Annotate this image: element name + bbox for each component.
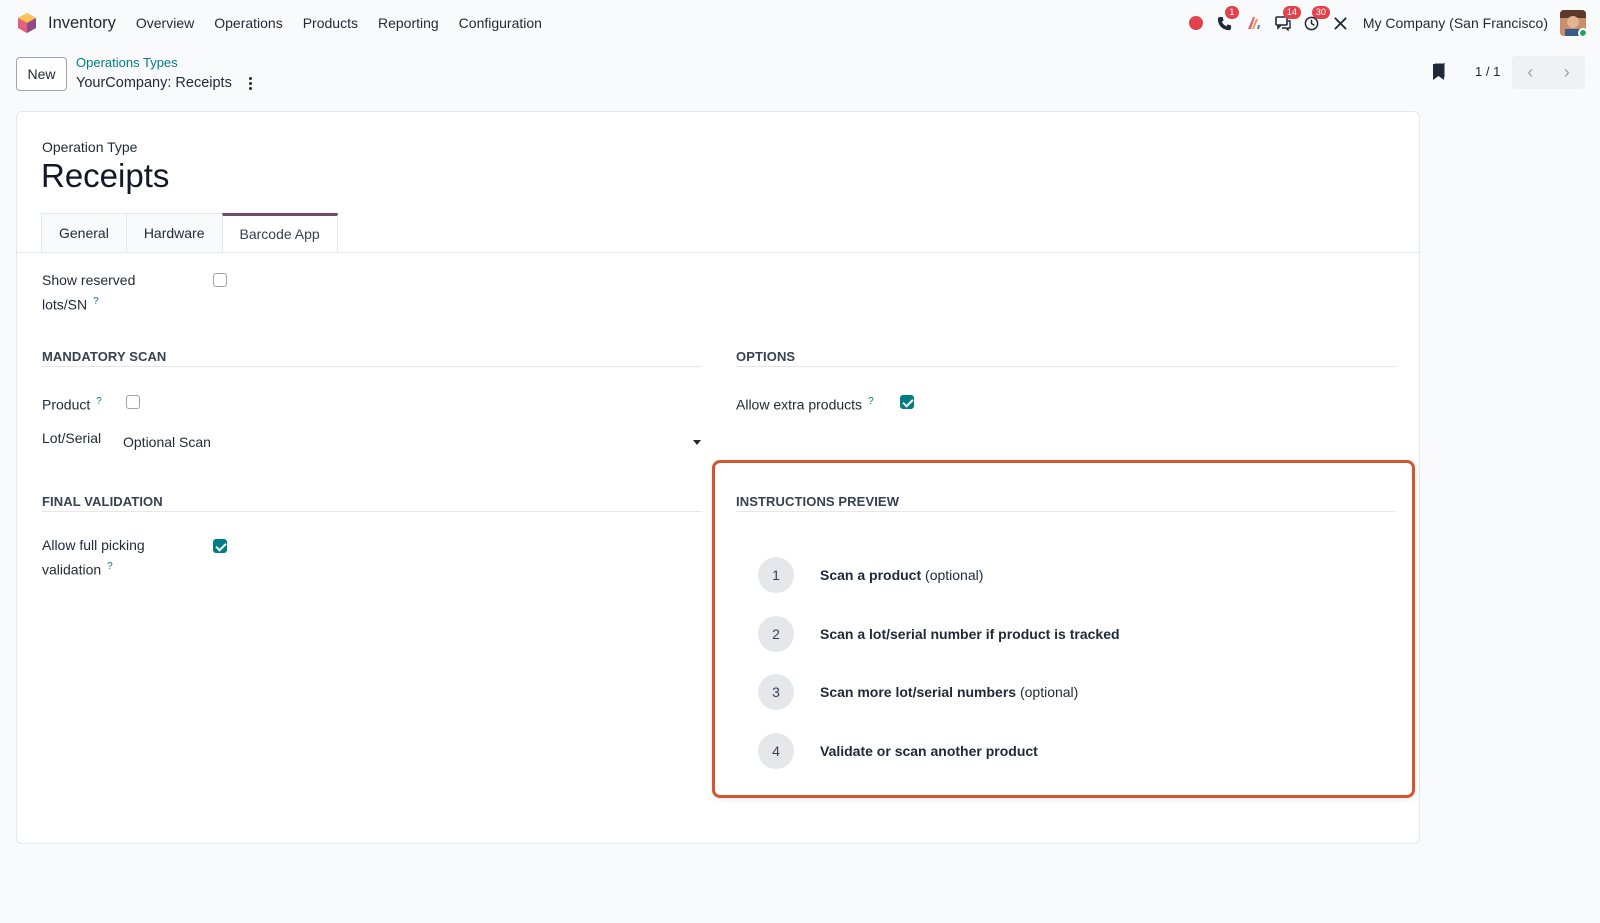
chat-icon[interactable]: 14 xyxy=(1273,6,1301,33)
menu-overview[interactable]: Overview xyxy=(136,15,194,31)
tabs-divider xyxy=(17,252,1419,253)
company-switcher[interactable]: My Company (San Francisco) xyxy=(1363,15,1548,31)
pager-buttons: ‹ › xyxy=(1512,56,1585,89)
step-text: Scan a lot/serial number if product is t… xyxy=(820,626,1120,642)
allow-full-validation-checkbox[interactable] xyxy=(213,539,227,553)
chevron-down-icon xyxy=(693,439,701,445)
record-icon[interactable] xyxy=(1186,13,1206,33)
step-text: Scan more lot/serial numbers (optional) xyxy=(820,684,1079,700)
instruction-step: 2 Scan a lot/serial number if product is… xyxy=(758,616,1120,652)
help-icon[interactable]: ? xyxy=(93,296,99,307)
chat-badge: 14 xyxy=(1282,6,1301,19)
menu-reporting[interactable]: Reporting xyxy=(378,15,439,31)
systray: 1 14 30 My Company (San Francisco) xyxy=(1177,0,1586,46)
phone-icon[interactable]: 1 xyxy=(1215,6,1239,33)
top-navbar: Inventory Overview Operations Products R… xyxy=(0,0,1600,46)
show-reserved-label: Show reserved lots/SN? xyxy=(42,272,136,313)
step-text: Scan a product (optional) xyxy=(820,567,984,583)
form-tabs: General Hardware Barcode App xyxy=(41,213,338,253)
product-scan-checkbox[interactable] xyxy=(126,395,140,409)
lot-serial-select[interactable]: Optional Scan xyxy=(123,431,704,453)
actions-menu-icon[interactable] xyxy=(244,74,256,92)
user-avatar[interactable] xyxy=(1560,10,1586,36)
options-separator xyxy=(736,366,1397,367)
help-icon[interactable]: ? xyxy=(868,396,874,407)
step-number-badge: 2 xyxy=(758,616,794,652)
menu-operations[interactable]: Operations xyxy=(214,15,282,31)
operation-type-name[interactable]: Receipts xyxy=(41,157,169,195)
operation-type-label: Operation Type xyxy=(42,139,138,155)
help-icon[interactable]: ? xyxy=(96,396,102,407)
activity-badge: 30 xyxy=(1311,6,1330,19)
pager-next-icon[interactable]: › xyxy=(1549,56,1586,89)
breadcrumb-operations-types[interactable]: Operations Types xyxy=(76,55,178,70)
lot-serial-label: Lot/Serial xyxy=(42,430,102,446)
instruction-step: 3 Scan more lot/serial numbers (optional… xyxy=(758,674,1078,710)
instructions-preview-title: INSTRUCTIONS PREVIEW xyxy=(736,494,900,509)
step-number-badge: 4 xyxy=(758,733,794,769)
options-title: OPTIONS xyxy=(736,349,796,364)
new-button[interactable]: New xyxy=(16,57,67,91)
tab-hardware[interactable]: Hardware xyxy=(125,213,223,252)
mandatory-scan-separator xyxy=(42,366,702,367)
instructions-preview-separator xyxy=(736,511,1395,512)
show-reserved-checkbox[interactable] xyxy=(213,273,227,287)
product-label: Product? xyxy=(42,396,102,413)
tab-barcode-app[interactable]: Barcode App xyxy=(221,213,338,253)
menu-products[interactable]: Products xyxy=(303,15,358,31)
pager-previous-icon[interactable]: ‹ xyxy=(1512,56,1549,89)
allow-extra-products-label: Allow extra products? xyxy=(736,396,874,413)
ai-icon[interactable] xyxy=(1244,13,1264,33)
app-name[interactable]: Inventory xyxy=(48,14,116,33)
help-icon[interactable]: ? xyxy=(107,561,113,572)
bookmark-icon[interactable] xyxy=(1432,63,1445,81)
tab-general[interactable]: General xyxy=(41,213,127,252)
online-status-dot xyxy=(1578,28,1586,36)
pager-value[interactable]: 1 / 1 xyxy=(1475,64,1500,79)
allow-extra-products-checkbox[interactable] xyxy=(900,395,914,409)
tools-icon[interactable] xyxy=(1331,13,1351,33)
final-validation-title: FINAL VALIDATION xyxy=(42,494,163,509)
instruction-step: 4 Validate or scan another product xyxy=(758,733,1038,769)
instruction-step: 1 Scan a product (optional) xyxy=(758,557,983,593)
step-number-badge: 3 xyxy=(758,674,794,710)
step-number-badge: 1 xyxy=(758,557,794,593)
step-text: Validate or scan another product xyxy=(820,743,1038,759)
mandatory-scan-title: MANDATORY SCAN xyxy=(42,349,167,364)
inventory-app-icon[interactable] xyxy=(16,12,38,34)
menu-configuration[interactable]: Configuration xyxy=(459,15,542,31)
phone-badge: 1 xyxy=(1224,6,1239,19)
record-title: YourCompany: Receipts xyxy=(76,75,232,91)
clock-icon[interactable]: 30 xyxy=(1302,6,1330,33)
allow-full-validation-label: Allow full picking validation? xyxy=(42,537,145,578)
final-validation-separator xyxy=(42,511,702,512)
